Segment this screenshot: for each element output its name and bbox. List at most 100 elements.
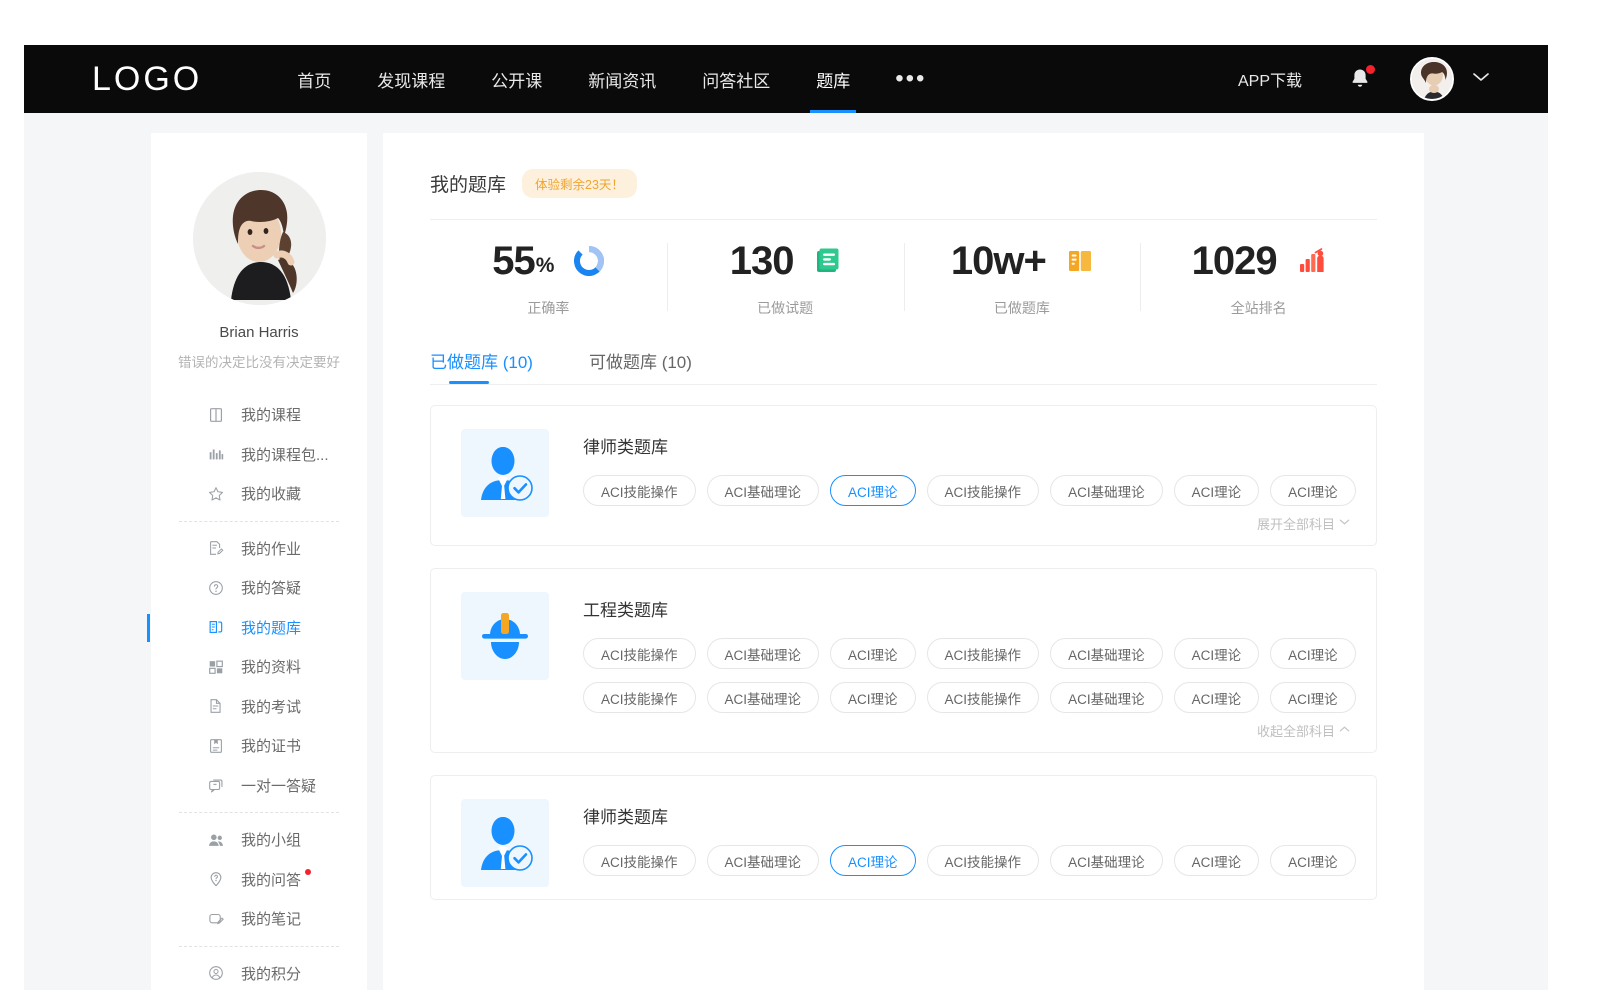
subject-chip[interactable]: ACI理论 — [1270, 475, 1356, 506]
subject-chip[interactable]: ACI基础理论 — [707, 638, 820, 669]
tabs-divider — [430, 384, 1377, 385]
stat-label: 正确率 — [527, 298, 569, 318]
question-bank-card[interactable]: 律师类题库ACI技能操作ACI基础理论ACI理论ACI技能操作ACI基础理论AC… — [430, 775, 1377, 900]
top-navigation-bar: LOGO 首页发现课程公开课新闻资讯问答社区题库 ••• APP下载 — [24, 45, 1548, 113]
nav-link-5[interactable]: 题库 — [793, 45, 873, 113]
question-bank-icon — [207, 618, 225, 636]
star-icon — [207, 485, 225, 503]
stat-label: 已做题库 — [994, 298, 1050, 318]
subject-chip[interactable]: ACI理论 — [830, 475, 916, 506]
subject-chip[interactable]: ACI理论 — [830, 638, 916, 669]
sidebar-item-4[interactable]: 我的答疑 — [151, 568, 367, 608]
subject-chip[interactable]: ACI理论 — [1270, 845, 1356, 876]
notification-bell-icon[interactable] — [1348, 66, 1372, 92]
nav-link-2[interactable]: 公开课 — [468, 45, 565, 113]
question-bank-list: 律师类题库 ACI技能操作 ACI基础理论 ACI理论 ACI技能操作 ACI基础理论 AC… — [430, 405, 1377, 900]
subject-chip-row: ACI技能操作ACI基础理论ACI理论ACI技能操作ACI基础理论ACI理论AC… — [583, 845, 1352, 876]
subject-chip[interactable]: ACI理论 — [1174, 845, 1260, 876]
page-title: 我的题库 — [430, 170, 506, 197]
user-avatar-nav[interactable] — [1410, 57, 1454, 101]
app-download-link[interactable]: APP下载 — [1238, 67, 1302, 91]
sidebar-item-8[interactable]: 我的证书 — [151, 726, 367, 766]
subject-chip[interactable]: ACI理论 — [1174, 638, 1260, 669]
sidebar-item-label: 一对一答疑 — [241, 775, 316, 796]
subject-chip[interactable]: ACI技能操作 — [583, 682, 696, 713]
stat-unit: % — [536, 254, 555, 278]
site-logo[interactable]: LOGO — [92, 60, 202, 99]
profile-user-name: Brian Harris — [219, 324, 298, 341]
subject-chip[interactable]: ACI基础理论 — [1050, 638, 1163, 669]
green-doc-icon — [815, 247, 841, 275]
sidebar-divider — [179, 812, 339, 813]
one-on-one-icon — [207, 776, 225, 794]
profile-avatar[interactable] — [193, 172, 326, 305]
card-expand-label: 展开全部科目 — [1257, 514, 1335, 533]
subject-chip[interactable]: ACI理论 — [830, 845, 916, 876]
tab-1[interactable]: 可做题库 (10) — [589, 348, 692, 384]
chevron-up-icon — [1339, 721, 1350, 740]
stat-card-3: 1029 全站排名 — [1140, 234, 1377, 324]
subject-chip[interactable]: ACI基础理论 — [707, 475, 820, 506]
stat-card-0: 55 % 正确率 — [430, 234, 667, 324]
sidebar-item-10[interactable]: 我的小组 — [151, 820, 367, 860]
subject-chip[interactable]: ACI理论 — [1270, 682, 1356, 713]
main-header: 我的题库 体验剩余23天！ — [430, 169, 1377, 220]
subject-chip[interactable]: ACI技能操作 — [927, 845, 1040, 876]
materials-icon — [207, 658, 225, 676]
nav-link-3[interactable]: 新闻资讯 — [565, 45, 679, 113]
subject-chip[interactable]: ACI技能操作 — [583, 845, 696, 876]
subject-chip[interactable]: ACI技能操作 — [927, 638, 1040, 669]
subject-chip[interactable]: ACI基础理论 — [707, 682, 820, 713]
stat-value: 55 — [492, 241, 535, 281]
lawyer-icon — [461, 799, 549, 887]
sidebar-item-5[interactable]: 我的题库 — [151, 608, 367, 648]
subject-chip[interactable]: ACI基础理论 — [1050, 682, 1163, 713]
nav-link-0[interactable]: 首页 — [274, 45, 354, 113]
card-expand-toggle[interactable]: 收起全部科目 — [583, 721, 1352, 740]
sidebar-item-3[interactable]: 我的作业 — [151, 529, 367, 569]
question-bank-card[interactable]: 工程类题库ACI技能操作ACI基础理论ACI理论ACI技能操作ACI基础理论AC… — [430, 568, 1377, 753]
sidebar-item-11[interactable]: 我的问答 — [151, 860, 367, 900]
subject-chip[interactable]: ACI技能操作 — [927, 475, 1040, 506]
tab-0[interactable]: 已做题库 (10) — [430, 348, 533, 384]
card-expand-toggle[interactable]: 展开全部科目 — [583, 514, 1352, 533]
stat-value: 1029 — [1192, 241, 1277, 281]
subject-chip[interactable]: ACI技能操作 — [927, 682, 1040, 713]
sidebar-item-13[interactable]: 我的积分 — [151, 954, 367, 990]
bars-icon — [207, 445, 225, 463]
subject-chip[interactable]: ACI理论 — [830, 682, 916, 713]
stat-card-2: 10w+ 已做题库 — [904, 234, 1141, 324]
tabs-bar: 已做题库 (10) 可做题库 (10) — [430, 348, 1377, 384]
stat-card-1: 130 已做试题 — [667, 234, 904, 324]
sidebar-divider — [179, 521, 339, 522]
nav-link-1[interactable]: 发现课程 — [354, 45, 468, 113]
subject-chip[interactable]: ACI技能操作 — [583, 475, 696, 506]
nav-link-4[interactable]: 问答社区 — [679, 45, 793, 113]
sidebar-item-12[interactable]: 我的笔记 — [151, 899, 367, 939]
card-title: 律师类题库 — [583, 433, 1352, 458]
sidebar-item-9[interactable]: 一对一答疑 — [151, 766, 367, 806]
chevron-down-icon — [1339, 514, 1350, 533]
subject-chip[interactable]: ACI理论 — [1174, 682, 1260, 713]
subject-chip[interactable]: ACI基础理论 — [1050, 845, 1163, 876]
question-bank-card[interactable]: 律师类题库 ACI技能操作 ACI基础理论 ACI理论 ACI技能操作 ACI基础理论 AC… — [430, 405, 1377, 546]
sidebar-item-7[interactable]: 我的考试 — [151, 687, 367, 727]
sidebar-item-0[interactable]: 我的课程 — [151, 395, 367, 435]
subject-chip-row: ACI技能操作ACI基础理论ACI理论ACI技能操作ACI基础理论ACI理论AC… — [583, 475, 1352, 506]
sidebar-item-2[interactable]: 我的收藏 — [151, 474, 367, 514]
homework-icon — [207, 539, 225, 557]
stat-value-row: 1029 — [1192, 241, 1326, 281]
subject-chip[interactable]: ACI技能操作 — [583, 638, 696, 669]
sidebar-item-6[interactable]: 我的资料 — [151, 647, 367, 687]
hardhat-icon — [461, 592, 549, 680]
stats-row: 55 % 正确率 130 已做试题 10w+ — [430, 220, 1377, 338]
nav-more-icon[interactable]: ••• — [873, 72, 948, 86]
question-circle-icon — [207, 579, 225, 597]
user-menu-chevron-down-icon[interactable] — [1472, 70, 1490, 88]
exam-icon — [207, 697, 225, 715]
sidebar-item-1[interactable]: 我的课程包... — [151, 435, 367, 475]
subject-chip[interactable]: ACI基础理论 — [1050, 475, 1163, 506]
subject-chip[interactable]: ACI理论 — [1174, 475, 1260, 506]
subject-chip[interactable]: ACI基础理论 — [707, 845, 820, 876]
subject-chip[interactable]: ACI理论 — [1270, 638, 1356, 669]
